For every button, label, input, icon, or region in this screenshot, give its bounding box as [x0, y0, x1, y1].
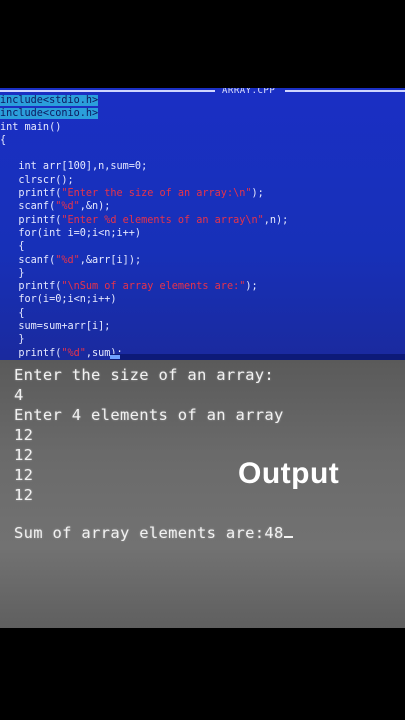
console-sum-text: Sum of array elements are:48: [14, 524, 284, 542]
console-value: 12: [14, 446, 34, 464]
code-text: {: [0, 241, 25, 253]
code-include-directive: include<stdio.h>: [0, 95, 99, 106]
code-text: scanf(: [0, 254, 56, 266]
code-line[interactable]: clrscr();: [0, 174, 405, 187]
title-bar-line-right: [285, 90, 405, 92]
code-string: "\nSum of array elements are:": [61, 281, 246, 293]
console-value: 12: [14, 426, 34, 444]
code-line[interactable]: {: [0, 240, 405, 253]
code-lines[interactable]: include<stdio.h> include<conio.h> int main…: [0, 94, 405, 360]
code-text: printf(: [0, 214, 62, 226]
code-text: scanf(: [0, 201, 56, 213]
code-line[interactable]: printf("Enter the size of an array:\n");: [0, 187, 405, 200]
code-string: "%d": [55, 254, 80, 266]
code-text: {: [0, 134, 7, 146]
code-text: ,&n);: [79, 201, 111, 213]
code-line[interactable]: scanf("%d",&arr[i]);: [0, 254, 405, 267]
code-line[interactable]: scanf("%d",&n);: [0, 200, 405, 213]
code-text: ,&arr[i]);: [79, 254, 142, 266]
code-text: for(int i=0;i<n;i++): [0, 227, 142, 239]
code-text: );: [251, 188, 264, 200]
code-text: sum=sum+arr[i];: [0, 321, 111, 333]
console-line-elements-prompt: Enter 4 elements of an array: [14, 406, 284, 424]
console-line-size-prompt: Enter the size of an array:: [14, 366, 275, 384]
console-value: 12: [14, 466, 34, 484]
title-bar-line-left: [0, 90, 215, 92]
text-cursor: [283, 536, 293, 538]
console-value: 12: [14, 486, 34, 504]
code-text: int arr[100],n,sum=0;: [0, 161, 148, 173]
code-text: for(i=0;i<n;i++): [0, 294, 117, 306]
code-line[interactable]: for(i=0;i<n;i++): [0, 293, 405, 306]
code-line[interactable]: include<stdio.h>: [0, 94, 405, 107]
code-line[interactable]: printf("\nSum of array elements are:");: [0, 280, 405, 293]
code-text: int main(): [0, 121, 62, 133]
code-line[interactable]: }: [0, 333, 405, 346]
console-sum-line: Sum of array elements are:48: [14, 524, 293, 542]
code-text: ,n);: [263, 214, 289, 226]
code-line[interactable]: {: [0, 307, 405, 320]
code-line[interactable]: for(int i=0;i<n;i++): [0, 227, 405, 240]
output-overlay-label: Output: [238, 457, 340, 490]
console-line-size-value: 4: [14, 386, 24, 404]
code-editor[interactable]: ARRAY.CPP include<stdio.h> include<conio.…: [0, 88, 405, 360]
code-string: "%d": [61, 347, 86, 359]
code-line[interactable]: [0, 147, 405, 160]
code-string: "%d": [55, 201, 80, 213]
code-text: }: [0, 334, 25, 346]
code-line[interactable]: sum=sum+arr[i];: [0, 320, 405, 333]
code-include-directive: include<conio.h>: [0, 108, 99, 120]
code-text: printf(: [0, 188, 62, 200]
code-text: printf(: [0, 347, 62, 359]
scroll-thumb[interactable]: [110, 355, 120, 359]
code-line[interactable]: }: [0, 267, 405, 280]
code-text: printf(: [0, 281, 62, 293]
code-text: }: [0, 267, 25, 279]
code-text: {: [0, 307, 25, 319]
code-line[interactable]: int main(): [0, 121, 405, 134]
code-string: "Enter the size of an array:\n": [61, 188, 252, 200]
code-line[interactable]: printf("Enter %d elements of an array\n"…: [0, 214, 405, 227]
output-console: Enter the size of an array: 4 Enter 4 el…: [0, 360, 405, 628]
code-line[interactable]: include<conio.h>: [0, 107, 405, 120]
code-text: clrscr();: [0, 174, 74, 186]
code-line[interactable]: int arr[100],n,sum=0;: [0, 160, 405, 173]
code-string: "Enter %d elements of an array\n": [61, 214, 264, 226]
code-text: );: [245, 281, 258, 293]
code-line[interactable]: {: [0, 134, 405, 147]
